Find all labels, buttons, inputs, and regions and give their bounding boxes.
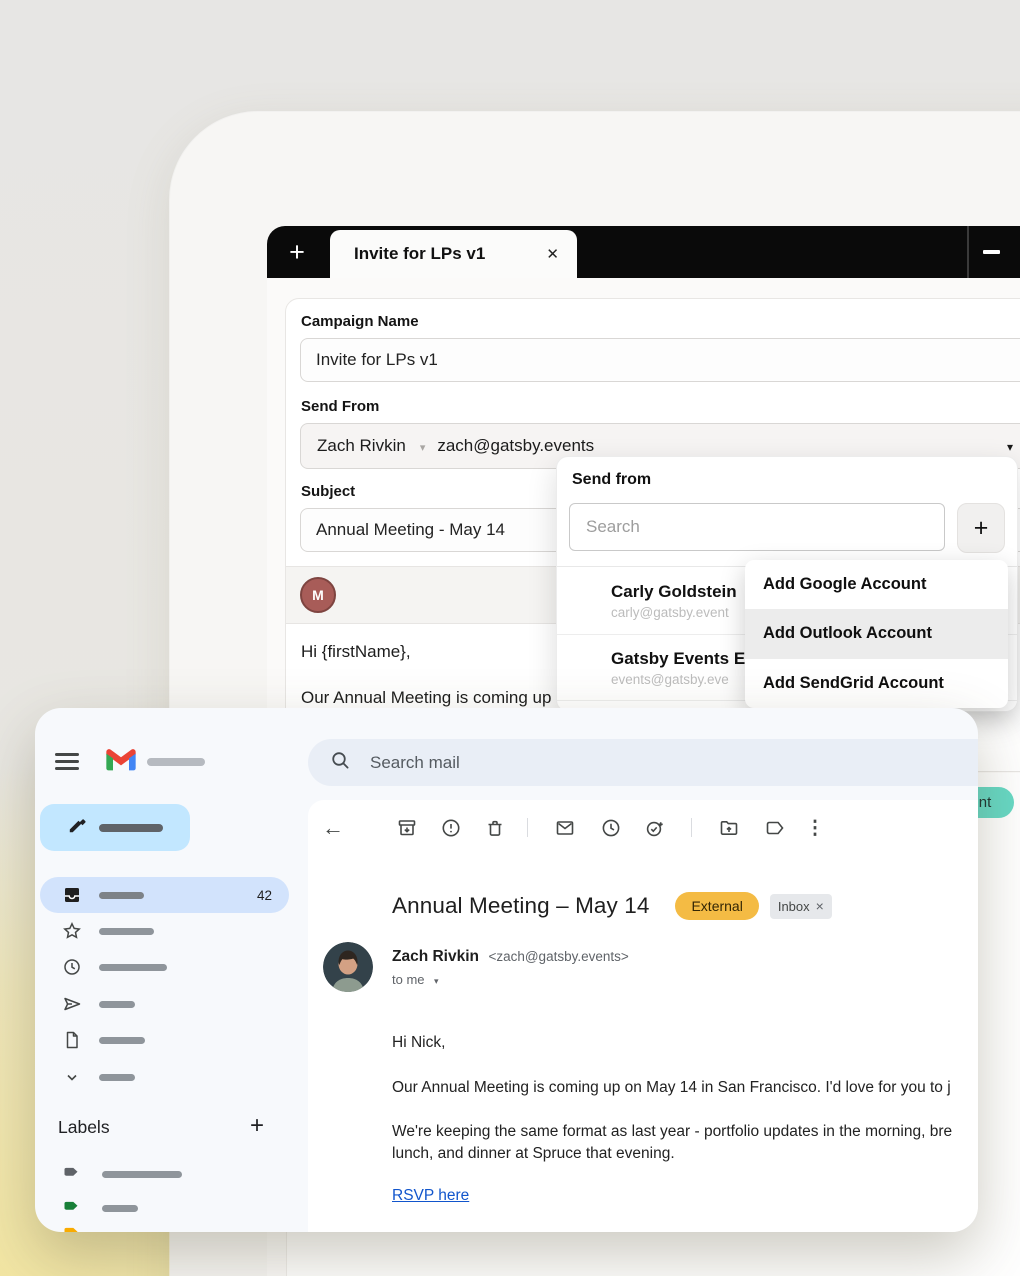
compose-button[interactable] <box>40 804 190 851</box>
email-greeting: Hi Nick, <box>392 1032 445 1054</box>
sidebar-skeleton-bar <box>99 1074 135 1081</box>
campaign-tab-bar: + Invite for LPs v1 ✕ <box>267 226 1020 278</box>
delete-icon[interactable] <box>483 816 507 840</box>
snooze-icon[interactable] <box>599 816 623 840</box>
sidebar-item-drafts[interactable] <box>40 1022 289 1058</box>
label-skeleton-bar <box>102 1205 138 1212</box>
send-from-label: Send From <box>301 398 1020 415</box>
sidebar-skeleton-bar <box>99 1037 145 1044</box>
sidebar-item-sent[interactable] <box>40 986 289 1022</box>
toolbar-divider <box>527 818 528 837</box>
label-skeleton-bar <box>102 1171 182 1178</box>
to-me-row[interactable]: to me ▾ <box>392 971 439 989</box>
mark-unread-icon[interactable] <box>553 816 577 840</box>
archive-icon[interactable] <box>395 816 419 840</box>
label-row[interactable] <box>63 1164 182 1185</box>
report-spam-icon[interactable] <box>439 816 463 840</box>
sender-email: <zach@gatsby.events> <box>488 949 628 964</box>
tab-close-icon[interactable]: ✕ <box>546 245 559 263</box>
sidebar-item-snoozed[interactable] <box>40 949 289 985</box>
star-icon <box>61 920 83 942</box>
clock-icon <box>61 956 83 978</box>
back-arrow-icon[interactable]: ← <box>321 816 345 840</box>
tag-icon <box>63 1164 80 1185</box>
sidebar-item-starred[interactable] <box>40 913 289 949</box>
tag-icon <box>63 1224 80 1232</box>
menu-item-add-sendgrid[interactable]: Add SendGrid Account <box>745 659 1008 708</box>
dropdown-arrow-icon[interactable]: ▾ <box>1007 440 1013 454</box>
add-to-tasks-icon[interactable] <box>643 816 667 840</box>
toolbar-divider <box>691 818 692 837</box>
sidebar-skeleton-bar <box>99 1001 135 1008</box>
inbox-count: 42 <box>257 888 272 903</box>
merge-tag-avatar[interactable]: M <box>300 577 336 613</box>
add-account-button[interactable]: + <box>957 503 1005 553</box>
inbox-icon <box>61 884 83 906</box>
campaign-name-input[interactable] <box>300 338 1020 382</box>
sidebar-skeleton-bar <box>99 964 167 971</box>
chevron-down-icon <box>61 1066 83 1088</box>
sidebar-skeleton-bar <box>99 892 144 899</box>
email-paragraph-1: Our Annual Meeting is coming up on May 1… <box>392 1077 978 1099</box>
external-badge: External <box>675 892 758 920</box>
labels-heading: Labels <box>58 1117 110 1138</box>
sender-line: Zach Rivkin <zach@gatsby.events> <box>392 948 629 966</box>
email-paragraph-2-line-1: We're keeping the same format as last ye… <box>392 1121 978 1143</box>
contact-search-input[interactable] <box>569 503 945 551</box>
marketing-composite: + Invite for LPs v1 ✕ Campaign Name Send… <box>0 0 1020 1276</box>
plus-icon: + <box>974 514 989 543</box>
rsvp-link[interactable]: RSVP here <box>392 1187 469 1205</box>
campaign-name-label: Campaign Name <box>301 313 1020 330</box>
tag-icon <box>63 1198 80 1219</box>
new-tab-button[interactable]: + <box>279 226 315 278</box>
chevron-down-icon: ▾ <box>434 976 439 986</box>
tab-invite-for-lps[interactable]: Invite for LPs v1 ✕ <box>330 230 577 278</box>
plus-icon: + <box>289 237 305 268</box>
brand-skeleton-bar <box>147 758 205 766</box>
inbox-chip-text: Inbox <box>778 899 810 914</box>
email-subject: Annual Meeting – May 14 <box>392 893 649 919</box>
more-options-icon[interactable]: ⋮ <box>803 816 827 840</box>
inbox-label-chip[interactable]: Inbox × <box>770 894 832 919</box>
tab-title: Invite for LPs v1 <box>354 244 546 264</box>
search-bar[interactable]: Search mail <box>308 739 978 786</box>
gmail-logo-icon <box>105 748 137 777</box>
document-icon <box>61 1029 83 1051</box>
dropdown-title: Send from <box>572 471 651 489</box>
email-subject-row: Annual Meeting – May 14 External Inbox × <box>392 892 832 920</box>
add-label-icon[interactable]: + <box>250 1112 264 1140</box>
tab-bar-divider <box>967 226 969 278</box>
chevron-down-icon: ▾ <box>420 441 426 454</box>
send-from-name: Zach Rivkin <box>317 436 406 456</box>
menu-item-add-google[interactable]: Add Google Account <box>745 560 1008 609</box>
send-icon <box>61 993 83 1015</box>
remove-label-icon[interactable]: × <box>816 898 824 914</box>
send-from-email: zach@gatsby.events <box>437 436 1007 456</box>
hamburger-menu-icon[interactable] <box>55 760 79 763</box>
email-paragraph-2: We're keeping the same format as last ye… <box>392 1121 978 1165</box>
pencil-icon <box>67 816 86 840</box>
label-icon[interactable] <box>763 816 787 840</box>
add-account-menu: Add Google Account Add Outlook Account A… <box>745 560 1008 708</box>
label-row[interactable] <box>63 1224 80 1232</box>
sidebar-item-more[interactable] <box>40 1059 289 1095</box>
search-icon <box>330 750 350 775</box>
gmail-window: Search mail ← <box>35 708 978 1232</box>
move-to-icon[interactable] <box>717 816 741 840</box>
minimize-icon[interactable] <box>983 250 1000 254</box>
to-me-label: to me <box>392 972 425 987</box>
sender-name: Zach Rivkin <box>392 948 479 965</box>
menu-item-add-outlook[interactable]: Add Outlook Account <box>745 609 1008 658</box>
compose-skeleton-bar <box>99 824 163 832</box>
search-placeholder: Search mail <box>370 753 460 773</box>
sidebar-item-inbox[interactable]: 42 <box>40 877 289 913</box>
sender-avatar[interactable] <box>323 942 373 992</box>
email-view-card <box>308 800 978 1232</box>
sidebar-skeleton-bar <box>99 928 154 935</box>
label-row[interactable] <box>63 1198 138 1219</box>
email-paragraph-2-line-2: lunch, and dinner at Spruce that evening… <box>392 1143 978 1165</box>
